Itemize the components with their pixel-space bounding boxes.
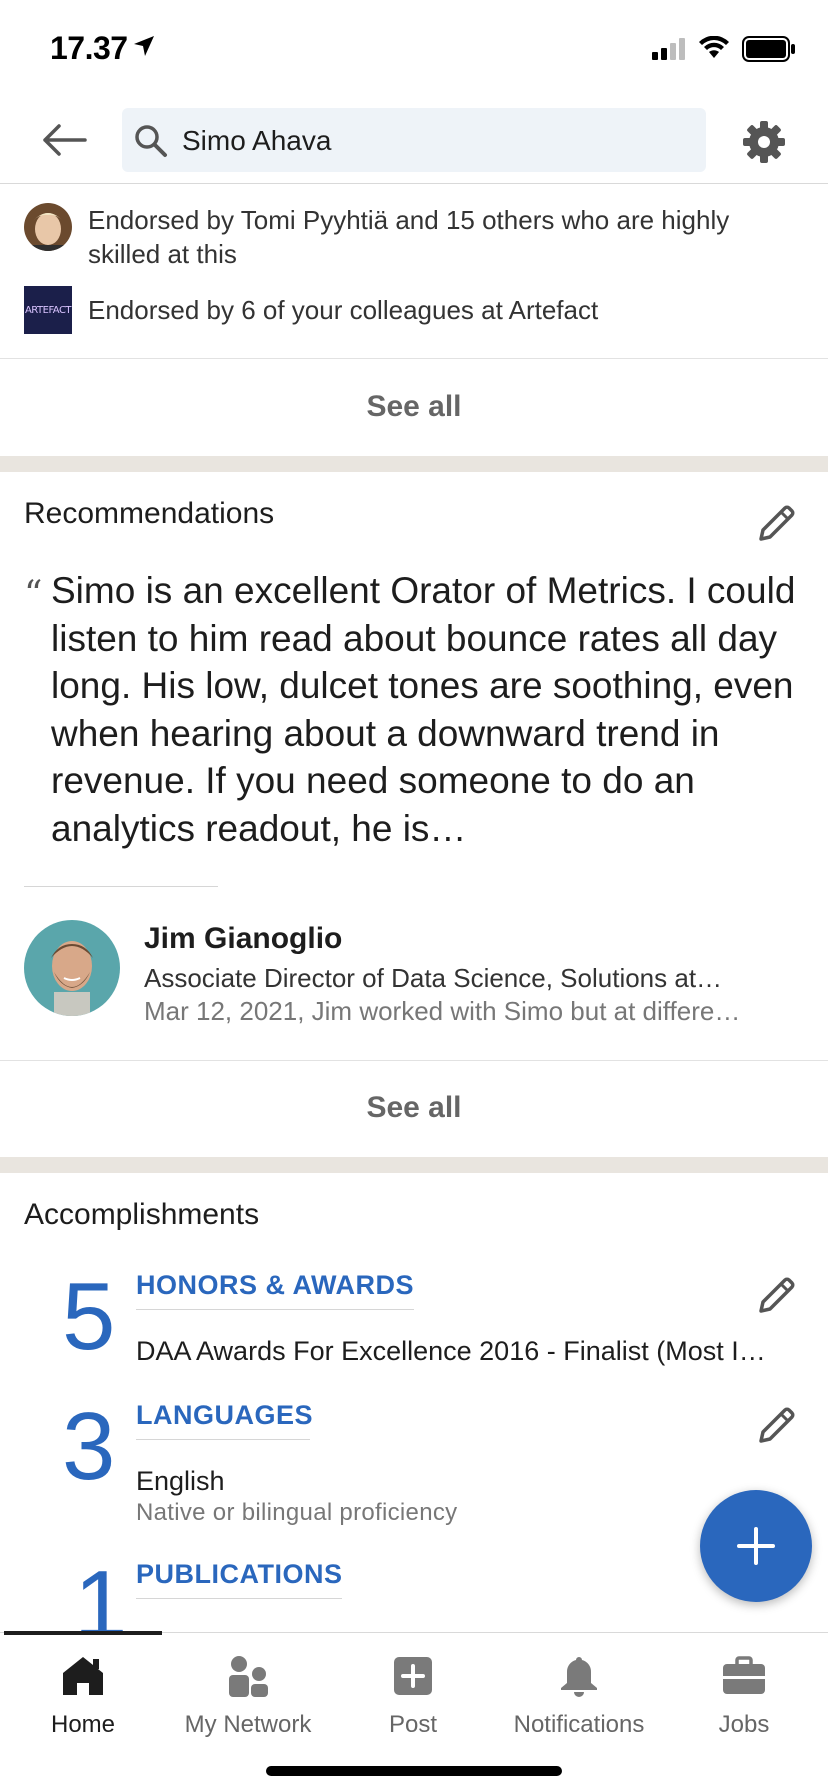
divider [24, 886, 218, 887]
people-icon [229, 1656, 268, 1697]
nav-label: Post [388, 1711, 438, 1738]
recommendations-title: Recommendations [24, 497, 275, 530]
divider [0, 358, 828, 359]
nav-post[interactable]: Post [330, 1645, 496, 1745]
back-button[interactable] [38, 116, 90, 164]
cellular-signal-icon [652, 38, 685, 60]
avatar [24, 203, 72, 251]
nav-notifications[interactable]: Notifications [496, 1645, 662, 1745]
section-separator [0, 456, 828, 472]
recommender-name[interactable]: Jim Gianoglio [144, 922, 342, 956]
accomplishment-category[interactable]: PUBLICATIONS [136, 1559, 343, 1590]
gear-icon [743, 121, 785, 163]
home-indicator[interactable] [266, 1766, 562, 1776]
wifi-icon [699, 36, 729, 58]
accomplishment-count: 3 [62, 1393, 116, 1500]
add-section-button[interactable] [700, 1490, 812, 1602]
location-arrow-icon [134, 36, 154, 56]
nav-label: Jobs [718, 1711, 770, 1738]
recommendations-see-all-button[interactable]: See all [0, 1091, 828, 1125]
pencil-icon [759, 1277, 795, 1313]
pencil-icon [759, 505, 795, 541]
section-separator [0, 1157, 828, 1173]
recommender-avatar[interactable] [24, 920, 120, 1016]
plus-icon [737, 1527, 775, 1565]
nav-label: Notifications [513, 1711, 645, 1738]
accomplishments-title: Accomplishments [24, 1198, 260, 1231]
artefact-logo-text: ARTEFACT [24, 304, 72, 316]
briefcase-icon [723, 1656, 765, 1694]
accomplishment-subtext: Native or bilingual proficiency [136, 1499, 458, 1526]
bell-icon [561, 1657, 597, 1697]
nav-label: Home [50, 1711, 116, 1738]
divider [0, 1060, 828, 1061]
back-arrow-icon [43, 124, 87, 156]
endorsement-row: ARTEFACT Endorsed by 6 of your colleague… [24, 286, 808, 334]
accomplishment-count: 5 [62, 1263, 116, 1370]
divider [136, 1309, 414, 1310]
nav-home[interactable]: Home [0, 1645, 166, 1745]
search-input[interactable]: Simo Ahava [122, 108, 706, 172]
status-bar: 17.37 [0, 0, 828, 100]
artefact-logo: ARTEFACT [24, 286, 72, 334]
recommendation-quote[interactable]: Simo is an excellent Orator of Metrics. … [51, 567, 811, 852]
pencil-icon [759, 1407, 795, 1443]
nav-jobs[interactable]: Jobs [661, 1645, 827, 1745]
nav-label: My Network [184, 1711, 312, 1738]
battery-icon [742, 36, 795, 62]
edit-recommendations-button[interactable] [752, 500, 800, 548]
divider [136, 1598, 342, 1599]
accomplishment-detail: DAA Awards For Excellence 2016 - Finalis… [136, 1336, 766, 1366]
endorsement-text: Endorsed by Tomi Pyyhtiä and 15 others w… [88, 205, 730, 269]
accomplishment-detail: English [136, 1466, 225, 1496]
active-tab-indicator [4, 1631, 162, 1635]
endorsement-text: Endorsed by 6 of your colleagues at Arte… [88, 295, 599, 325]
accomplishment-category[interactable]: LANGUAGES [136, 1400, 313, 1431]
search-icon [135, 125, 167, 157]
settings-button[interactable] [738, 116, 790, 168]
edit-languages-button[interactable] [752, 1402, 800, 1450]
status-time: 17.37 [50, 30, 128, 66]
home-icon [63, 1657, 103, 1695]
recommender-title: Associate Director of Data Science, Solu… [144, 963, 723, 993]
skills-see-all-button[interactable]: See all [0, 390, 828, 424]
endorsement-row: Endorsed by Tomi Pyyhtiä and 15 others w… [24, 203, 808, 271]
divider [136, 1439, 310, 1440]
search-header: Simo Ahava [0, 100, 828, 184]
recommendation-meta: Mar 12, 2021, Jim worked with Simo but a… [144, 996, 741, 1026]
accomplishment-category[interactable]: HONORS & AWARDS [136, 1270, 414, 1301]
post-plus-icon [394, 1657, 432, 1695]
edit-honors-button[interactable] [752, 1272, 800, 1320]
nav-my-network[interactable]: My Network [165, 1645, 331, 1745]
search-query-text: Simo Ahava [182, 125, 332, 156]
quote-mark: “ [24, 574, 43, 615]
